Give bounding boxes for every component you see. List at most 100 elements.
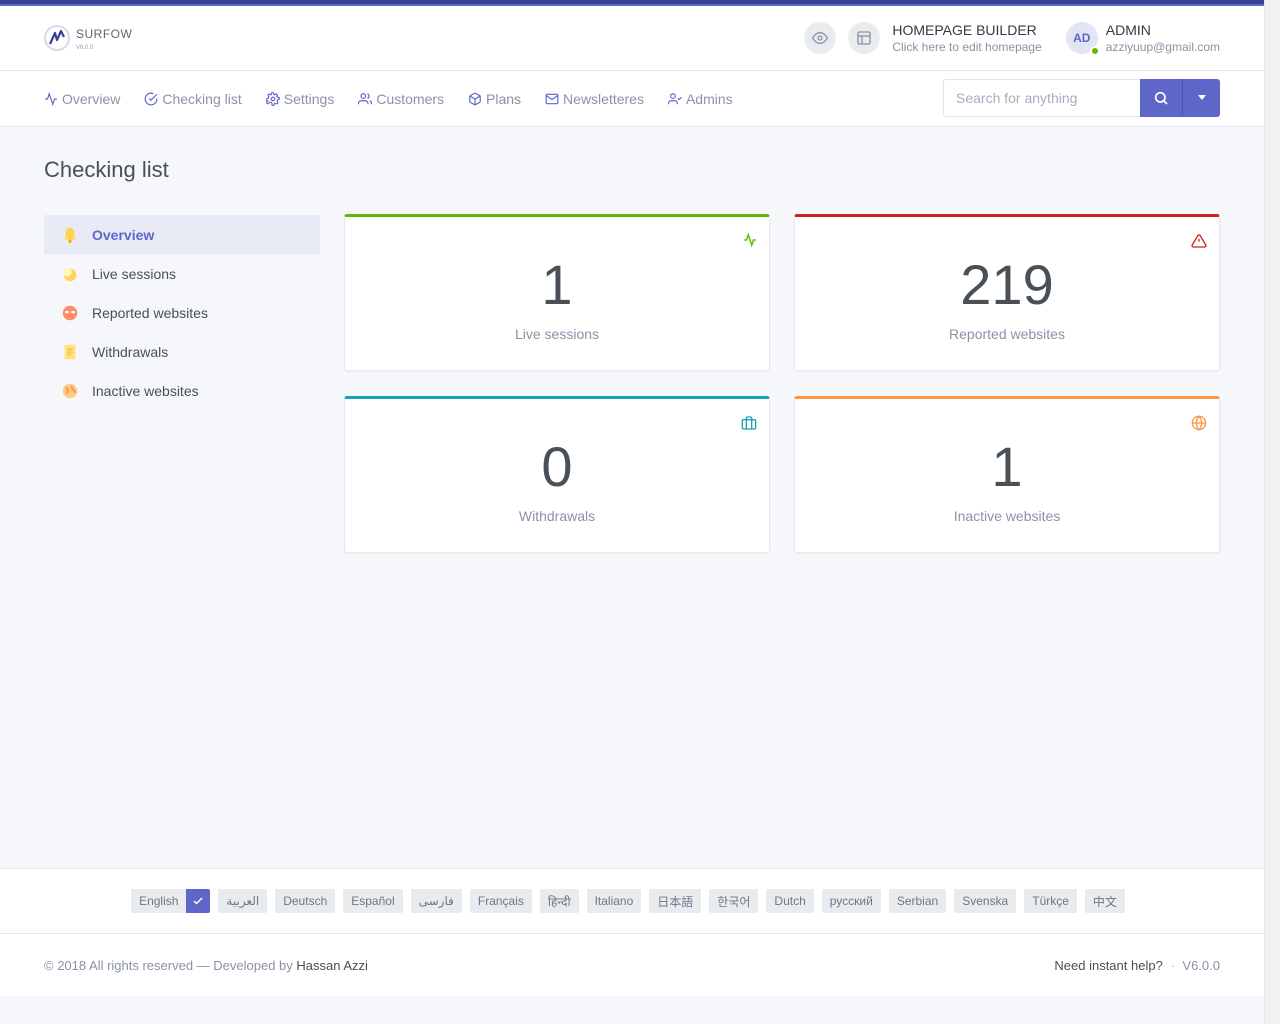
language-french[interactable]: Français [469, 889, 532, 913]
language-label: English [139, 894, 179, 908]
nav-item-label: Settings [283, 90, 335, 107]
logo[interactable]: SURFOW V6.0.0 [44, 25, 132, 51]
scrollbar[interactable] [1264, 0, 1280, 1024]
nav-item-label: Customers [376, 90, 445, 107]
stat-card-live-sessions[interactable]: 1 Live sessions [344, 214, 770, 371]
globe-icon [1191, 415, 1207, 436]
footer: © 2018 All rights reserved — Developed b… [0, 934, 1264, 996]
side-item-reported-websites[interactable]: Reported websites [44, 293, 320, 332]
check-circle-icon [144, 92, 158, 105]
language-label: हिन्दी [547, 894, 571, 909]
language-label: Dutch [774, 894, 806, 908]
stat-card-withdrawals[interactable]: 0 Withdrawals [344, 396, 770, 553]
language-swedish[interactable]: Svenska [954, 889, 1017, 913]
builder-subtitle: Click here to edit homepage [892, 39, 1042, 54]
side-item-label: Overview [92, 226, 155, 243]
logo-text: SURFOW [76, 27, 133, 41]
language-japanese[interactable]: 日本語 [649, 889, 702, 913]
language-english[interactable]: English [131, 889, 211, 913]
eye-icon [812, 32, 829, 45]
admin-profile[interactable]: ADMIN azziyuup@gmail.com [1106, 22, 1220, 55]
language-arabic[interactable]: العربية [218, 889, 268, 913]
homepage-builder-button[interactable] [848, 22, 881, 55]
stat-value: 1 [541, 253, 573, 316]
language-korean[interactable]: 한국어 [709, 889, 759, 913]
logo-mark-icon [44, 25, 70, 51]
preview-button[interactable] [804, 22, 837, 55]
search-button[interactable] [1140, 79, 1182, 117]
language-italian[interactable]: Italiano [586, 889, 642, 913]
globe-icon [60, 381, 80, 401]
nav-item-overview[interactable]: Overview [44, 91, 120, 107]
language-persian[interactable]: فارسی [410, 889, 462, 913]
nav-item-newsletteres[interactable]: Newsletteres [545, 91, 644, 107]
developer-link[interactable]: Hassan Azzi [296, 958, 368, 973]
language-label: العربية [226, 894, 260, 908]
language-label: Svenska [962, 894, 1009, 908]
avatar[interactable]: AD [1065, 22, 1100, 57]
layout-icon [857, 31, 872, 45]
moon-icon [60, 264, 80, 284]
footer-copyright: © 2018 All rights reserved — Developed b… [44, 958, 368, 973]
activity-icon [743, 232, 757, 252]
search-input[interactable] [943, 79, 1140, 117]
stat-label: Withdrawals [518, 508, 596, 524]
language-russian[interactable]: русский [821, 889, 881, 913]
stat-value: 0 [541, 435, 573, 498]
caret-down-icon [1197, 95, 1206, 100]
language-label: Español [351, 894, 395, 908]
page: SURFOW V6.0.0 HOMEPAGE BUILDER Click her… [0, 0, 1264, 1024]
side-item-label: Withdrawals [92, 343, 169, 360]
language-label: فارسی [418, 894, 454, 908]
side-item-label: Live sessions [92, 265, 177, 282]
side-item-inactive-websites[interactable]: Inactive websites [44, 371, 320, 410]
page-title: Checking list [44, 157, 169, 182]
search-dropdown-button[interactable] [1182, 79, 1220, 117]
copyright-text: © 2018 All rights reserved — Developed b… [44, 958, 293, 973]
nav-item-label: Admins [685, 90, 733, 107]
admin-email: azziyuup@gmail.com [1105, 39, 1220, 54]
language-spanish[interactable]: Español [343, 889, 403, 913]
language-label: русский [829, 894, 873, 908]
mail-icon [545, 93, 559, 104]
logo-version: V6.0.0 [76, 45, 94, 51]
language-label: 中文 [1092, 894, 1117, 909]
stat-label: Reported websites [949, 326, 1065, 342]
homepage-builder-link[interactable]: HOMEPAGE BUILDER Click here to edit home… [892, 22, 1041, 55]
stat-card-inactive-websites[interactable]: 1 Inactive websites [794, 396, 1220, 553]
search-group [943, 79, 1220, 117]
nav-item-checking-list[interactable]: Checking list [144, 90, 242, 107]
nav-item-customers[interactable]: Customers [358, 91, 444, 107]
language-german[interactable]: Deutsch [275, 889, 336, 913]
alien-icon [60, 303, 80, 323]
nav-item-settings[interactable]: Settings [265, 90, 335, 107]
side-item-withdrawals[interactable]: Withdrawals [44, 332, 320, 371]
stat-card-reported-websites[interactable]: 219 Reported websites [794, 214, 1220, 371]
avatar-initials: AD [1073, 31, 1091, 46]
language-dutch[interactable]: Dutch [766, 889, 814, 913]
side-item-overview[interactable]: Overview [44, 215, 320, 254]
stat-value: 219 [960, 253, 1054, 316]
footer-separator: · [1170, 958, 1175, 973]
language-serbian[interactable]: Serbian [888, 889, 947, 913]
language-hindi[interactable]: हिन्दी [539, 889, 579, 913]
side-item-live-sessions[interactable]: Live sessions [44, 254, 320, 293]
language-label: 한국어 [717, 894, 751, 909]
side-item-label: Reported websites [92, 304, 208, 321]
activity-icon [45, 91, 57, 106]
builder-title: HOMEPAGE BUILDER [892, 22, 1037, 38]
language-chinese[interactable]: 中文 [1084, 889, 1125, 913]
footer-help: Need instant help? · V6.0.0 [1054, 958, 1220, 973]
nav-item-plans[interactable]: Plans [468, 91, 521, 107]
stat-value: 1 [991, 435, 1023, 498]
box-icon [469, 92, 481, 105]
nav-item-admins[interactable]: Admins [667, 90, 733, 107]
language-turkish[interactable]: Türkçe [1024, 889, 1077, 913]
language-label: Türkçe [1032, 894, 1069, 908]
nav-item-label: Checking list [162, 90, 242, 107]
help-link[interactable]: Need instant help? [1054, 958, 1162, 973]
version-text: V6.0.0 [1182, 958, 1220, 973]
header-right: HOMEPAGE BUILDER Click here to edit home… [804, 22, 1220, 57]
side-item-label: Inactive websites [92, 382, 199, 399]
briefcase-icon [741, 415, 757, 436]
